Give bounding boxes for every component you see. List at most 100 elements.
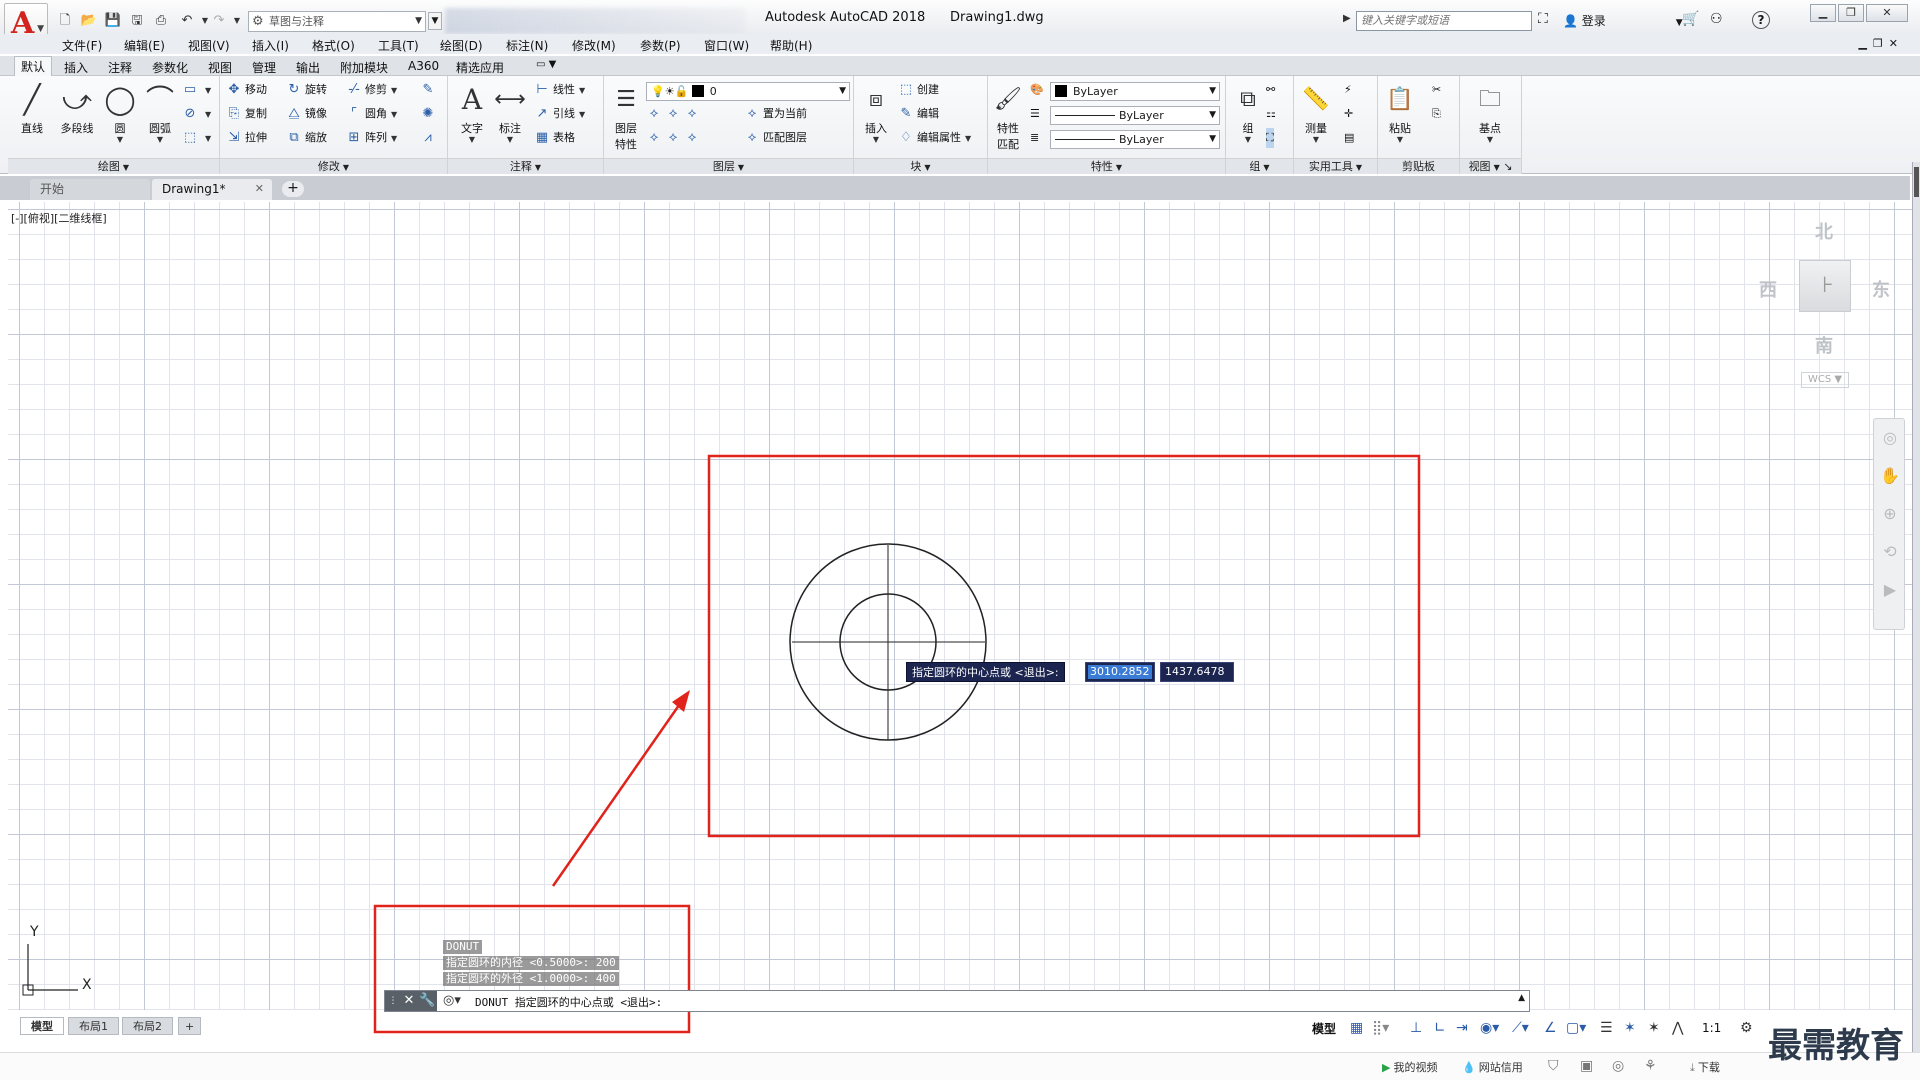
site-credit-link[interactable]: 💧 网站信用 [1462,1059,1523,1075]
table-tool[interactable]: ▦ 表格 [534,128,575,148]
help-icon[interactable]: ? [1752,11,1770,29]
tab-view[interactable]: 视图 [202,58,238,77]
menu-modify[interactable]: 修改(M) [572,37,616,54]
tab-featured-apps[interactable]: 精选应用 [450,58,510,77]
tab-annotate[interactable]: 注释 [102,58,138,77]
panel-modify-title[interactable]: 修改 ▼ [220,158,447,174]
panel-layers-title[interactable]: 图层 ▼ [604,158,853,174]
steering-wheel-icon[interactable]: ◎ [1874,419,1906,457]
scale-tool[interactable]: ⧉ 缩放 [286,128,327,148]
viewcube-south[interactable]: 南 [1815,332,1833,358]
isodraft-icon[interactable]: ⟋▾ [1512,1020,1529,1036]
wcs-menu[interactable]: WCS ▼ [1801,372,1849,388]
edit-attribute-tool[interactable]: ♢ 编辑属性 ▼ [898,128,971,148]
annotation-scale-icon[interactable]: ✶ [1648,1020,1660,1036]
viewcube[interactable]: ⊦ [1799,260,1851,312]
orbit-icon[interactable]: ⟲ [1874,533,1906,571]
calculator-icon[interactable]: ▤ [1344,128,1354,148]
linear-tool[interactable]: ⊢ 线性 ▼ [534,80,585,100]
copy-clip-icon[interactable]: ⎘ [1432,104,1441,124]
offset-tool[interactable]: ⩘ [420,128,439,148]
rectangle-tool[interactable]: ▭ ▼ [182,80,211,100]
group-edit-icon[interactable]: ⚏ [1266,104,1276,124]
my-videos-link[interactable]: ▶ 我的视频 [1382,1059,1437,1075]
menu-tools[interactable]: 工具(T) [378,37,419,54]
open-icon[interactable]: 📂 [80,12,98,30]
wrench-icon[interactable]: 🔧 [419,992,435,1010]
tab-drawing1[interactable]: Drawing1* ✕ [152,179,272,200]
dynamic-input-x-field[interactable]: 3010.2852 [1085,662,1155,682]
hatch-tool[interactable]: ⊘ ▼ [182,104,212,124]
zoom-icon[interactable]: ⊕ [1874,495,1906,533]
dimension-tool[interactable]: ⟷ 标注 ▼ [490,80,530,144]
ortho-icon[interactable]: ∟ [1434,1020,1446,1036]
tab-parametric[interactable]: 参数化 [146,58,194,77]
boundary-tool[interactable]: ⬚ ▼ [182,128,211,148]
circle-tool[interactable]: ◯ 圆 ▼ [100,80,140,144]
dialog-launcher-icon[interactable]: ↘ [1503,160,1512,173]
quick-select-icon[interactable]: ⚡ [1344,80,1352,100]
command-input[interactable]: DONUT 指定圆环的中心点或 <退出>: [475,994,662,1010]
polar-tracking-icon[interactable]: ◉▾ [1480,1020,1499,1036]
tab-layout1[interactable]: 布局1 [68,1017,119,1035]
chevron-right-icon[interactable]: ▶ [1343,13,1351,24]
linetype-dropdown[interactable]: ByLayer ▼ [1050,106,1220,125]
tab-start[interactable]: 开始 [30,179,150,200]
color-dropdown[interactable]: ByLayer ▼ [1050,82,1220,101]
search-input[interactable] [1356,11,1532,31]
drawing-canvas[interactable]: [-][俯视][二维线框] [8,202,1912,1010]
panel-utilities-title[interactable]: 实用工具 ▼ [1294,158,1377,174]
fillet-tool[interactable]: ⌜ 圆角 ▼ [346,104,397,124]
insert-block-tool[interactable]: ⧈ 插入 ▼ [856,80,896,144]
close-button[interactable]: ✕ [1866,4,1908,22]
cut-icon[interactable]: ✂ [1432,80,1441,100]
measure-tool[interactable]: 📏 测量 ▼ [1296,80,1336,144]
paste-tool[interactable]: 📋 粘贴 ▼ [1380,80,1420,144]
menu-draw[interactable]: 绘图(D) [440,37,483,54]
layer-tools-row1[interactable]: ⟡ ⟡ ⟡ [646,104,703,124]
showmotion-icon[interactable]: ▶ [1874,571,1906,609]
array-tool[interactable]: ⊞ 阵列 ▼ [346,128,398,148]
tab-output[interactable]: 输出 [290,58,326,77]
saveas-icon[interactable]: 🖫 [128,12,146,30]
menu-window[interactable]: 窗口(W) [704,37,749,54]
panel-properties-title[interactable]: 特性 ▼ [988,158,1225,174]
command-icon[interactable]: ◎▾ [443,993,461,1008]
lineweight-toggle-icon[interactable]: ☰ [1600,1020,1613,1036]
viewcube-east[interactable]: 东 [1872,276,1890,302]
layer-properties-tool[interactable]: ☰ 图层 特性 [606,80,646,152]
command-line[interactable]: ⋮ ✕ 🔧 ◎▾ DONUT 指定圆环的中心点或 <退出>: ▲ [384,990,1530,1012]
layer-tools-row2[interactable]: ⟡ ⟡ ⟡ [646,128,703,148]
shield-icon[interactable]: ⛉ [1548,1058,1559,1074]
snap-icon[interactable]: ⣿▾ [1372,1020,1389,1036]
close-icon[interactable]: ✕ [255,179,264,199]
panel-view-title[interactable]: 视图 ▼ ↘ [1460,158,1521,174]
panel-annotation-title[interactable]: 注释 ▼ [448,158,603,174]
browser-icon[interactable]: ◎ [1612,1058,1624,1074]
pan-icon[interactable]: ✋ [1874,457,1906,495]
leader-tool[interactable]: ↗ 引线 ▼ [534,104,586,124]
text-tool[interactable]: A 文字 ▼ [452,80,492,144]
erase-tool[interactable]: ✎ [420,80,439,100]
tab-addins[interactable]: 附加模块 [334,58,394,77]
tab-manage[interactable]: 管理 [246,58,282,77]
menu-dimension[interactable]: 标注(N) [506,37,548,54]
set-current-tool[interactable]: ⟡ 置为当前 [744,104,807,124]
lineweight-dropdown[interactable]: ByLayer ▼ [1050,130,1220,149]
menu-format[interactable]: 格式(O) [312,37,355,54]
object-snap-icon[interactable]: ▢▾ [1566,1020,1586,1036]
stretch-tool[interactable]: ⇲ 拉伸 [226,128,267,148]
annotation-visibility-icon[interactable]: ✶ [1624,1020,1636,1036]
a360-icon[interactable]: ⚇ [1710,11,1723,27]
menu-edit[interactable]: 编辑(E) [124,37,165,54]
document-window-controls[interactable]: ▁❐✕ [1858,37,1904,50]
annotation-autoscale-icon[interactable]: ⋀ [1672,1020,1683,1036]
menu-insert[interactable]: 插入(I) [252,37,289,54]
minimize-button[interactable]: ▁ [1810,4,1836,22]
move-tool[interactable]: ✥ 移动 [226,80,267,100]
polyline-tool[interactable]: ⤻ 多段线 [52,80,102,136]
point-icon[interactable]: ✛ [1344,104,1353,124]
match-layer-tool[interactable]: ⟡ 匹配图层 [744,128,807,148]
panel-groups-title[interactable]: 组 ▼ [1226,158,1293,174]
ribbon-minimize-toggle[interactable]: ▭ ▼ [530,58,562,71]
